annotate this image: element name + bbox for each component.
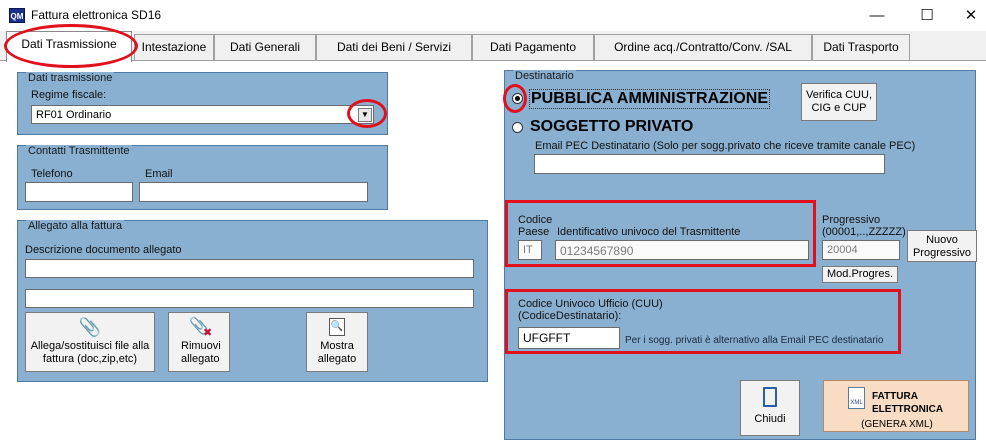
- mostra-allegato-button[interactable]: 🔍 Mostra allegato: [306, 312, 368, 372]
- tab-dati-pagamento[interactable]: Dati Pagamento: [472, 34, 594, 60]
- window-title: Fattura elettronica SD16: [31, 8, 162, 22]
- allega-file-button[interactable]: 📎 Allega/sostituisci file alla fattura (…: [25, 312, 155, 372]
- tab-intestazione[interactable]: Intestazione: [134, 34, 214, 60]
- minimize-icon[interactable]: —: [854, 0, 900, 31]
- rimuovi-allegato-button[interactable]: 📎 ✖ Rimuovi allegato: [168, 312, 230, 372]
- highlight-ellipse-radio: [503, 84, 527, 113]
- pubblica-amministrazione-label[interactable]: PUBBLICA AMMINISTRAZIONE: [529, 89, 771, 109]
- progressivo-range-label: (00001,..,ZZZZZ): [822, 226, 906, 238]
- email-input[interactable]: [139, 182, 368, 202]
- telefono-input[interactable]: [25, 182, 133, 202]
- verifica-cuu-button[interactable]: Verifica CUU, CIG e CUP: [801, 83, 877, 121]
- app-icon: QM: [9, 8, 25, 23]
- email-pec-label: Email PEC Destinatario (Solo per sogg.pr…: [535, 140, 916, 152]
- chiudi-label: Chiudi: [754, 413, 786, 425]
- group-title: Destinatario: [513, 70, 576, 82]
- rimuovi-allegato-label: Rimuovi allegato: [181, 340, 221, 365]
- progressivo-input[interactable]: 20004: [822, 240, 900, 260]
- highlight-box-identificativo: [505, 200, 816, 267]
- tab-dati-generali[interactable]: Dati Generali: [214, 34, 316, 60]
- progressivo-label: Progressivo: [822, 214, 881, 226]
- descrizione-allegato-label: Descrizione documento allegato: [25, 244, 182, 256]
- close-icon[interactable]: ✕: [948, 0, 986, 31]
- remove-attachment-icon: 📎 ✖: [189, 318, 213, 339]
- radio-soggetto-privato[interactable]: [512, 122, 523, 133]
- maximize-icon[interactable]: ☐: [904, 0, 950, 31]
- allega-file-label: Allega/sostituisci file alla fattura (do…: [30, 340, 150, 365]
- magnifier-document-icon: 🔍: [329, 318, 345, 336]
- fattura-label-3: (GENERA XML): [861, 419, 933, 430]
- nuovo-progressivo-button[interactable]: Nuovo Progressivo: [907, 230, 977, 262]
- file-allegato-input[interactable]: [25, 289, 474, 308]
- group-title: Contatti Trasmittente: [26, 145, 132, 157]
- tab-dati-trasporto[interactable]: Dati Trasporto: [812, 34, 910, 60]
- xml-file-icon: XML: [848, 387, 865, 409]
- exit-door-icon: [763, 387, 777, 407]
- highlight-box-cuu: [505, 289, 901, 354]
- group-dati-trasmissione: Dati trasmissione: [17, 72, 388, 135]
- soggetto-privato-label[interactable]: SOGGETTO PRIVATO: [530, 118, 693, 136]
- regime-fiscale-select[interactable]: RF01 Ordinario: [31, 105, 374, 124]
- email-pec-input[interactable]: [534, 154, 885, 174]
- group-title: Dati trasmissione: [26, 72, 115, 84]
- group-title: Allegato alla fattura: [26, 220, 125, 232]
- mod-progressivo-button[interactable]: Mod.Progres.: [822, 266, 898, 283]
- highlight-ellipse-combo: [347, 99, 387, 128]
- tab-dati-beni-servizi[interactable]: Dati dei Beni / Servizi: [316, 34, 472, 60]
- paperclip-icon: 📎: [78, 317, 102, 337]
- fattura-label-1: FATTURA: [872, 391, 918, 402]
- highlight-ellipse-tab: [4, 24, 138, 68]
- telefono-label: Telefono: [31, 168, 73, 180]
- regime-fiscale-label: Regime fiscale:: [31, 89, 107, 101]
- fattura-elettronica-button[interactable]: XML FATTURA ELETTRONICA (GENERA XML): [823, 380, 969, 432]
- chiudi-button[interactable]: Chiudi: [740, 380, 800, 436]
- tab-ordine-acquisto[interactable]: Ordine acq./Contratto/Conv. /SAL: [594, 34, 812, 60]
- mostra-allegato-label: Mostra allegato: [317, 340, 357, 365]
- descrizione-allegato-input[interactable]: [25, 259, 474, 278]
- fattura-label-2: ELETTRONICA: [872, 404, 944, 415]
- email-label: Email: [145, 168, 173, 180]
